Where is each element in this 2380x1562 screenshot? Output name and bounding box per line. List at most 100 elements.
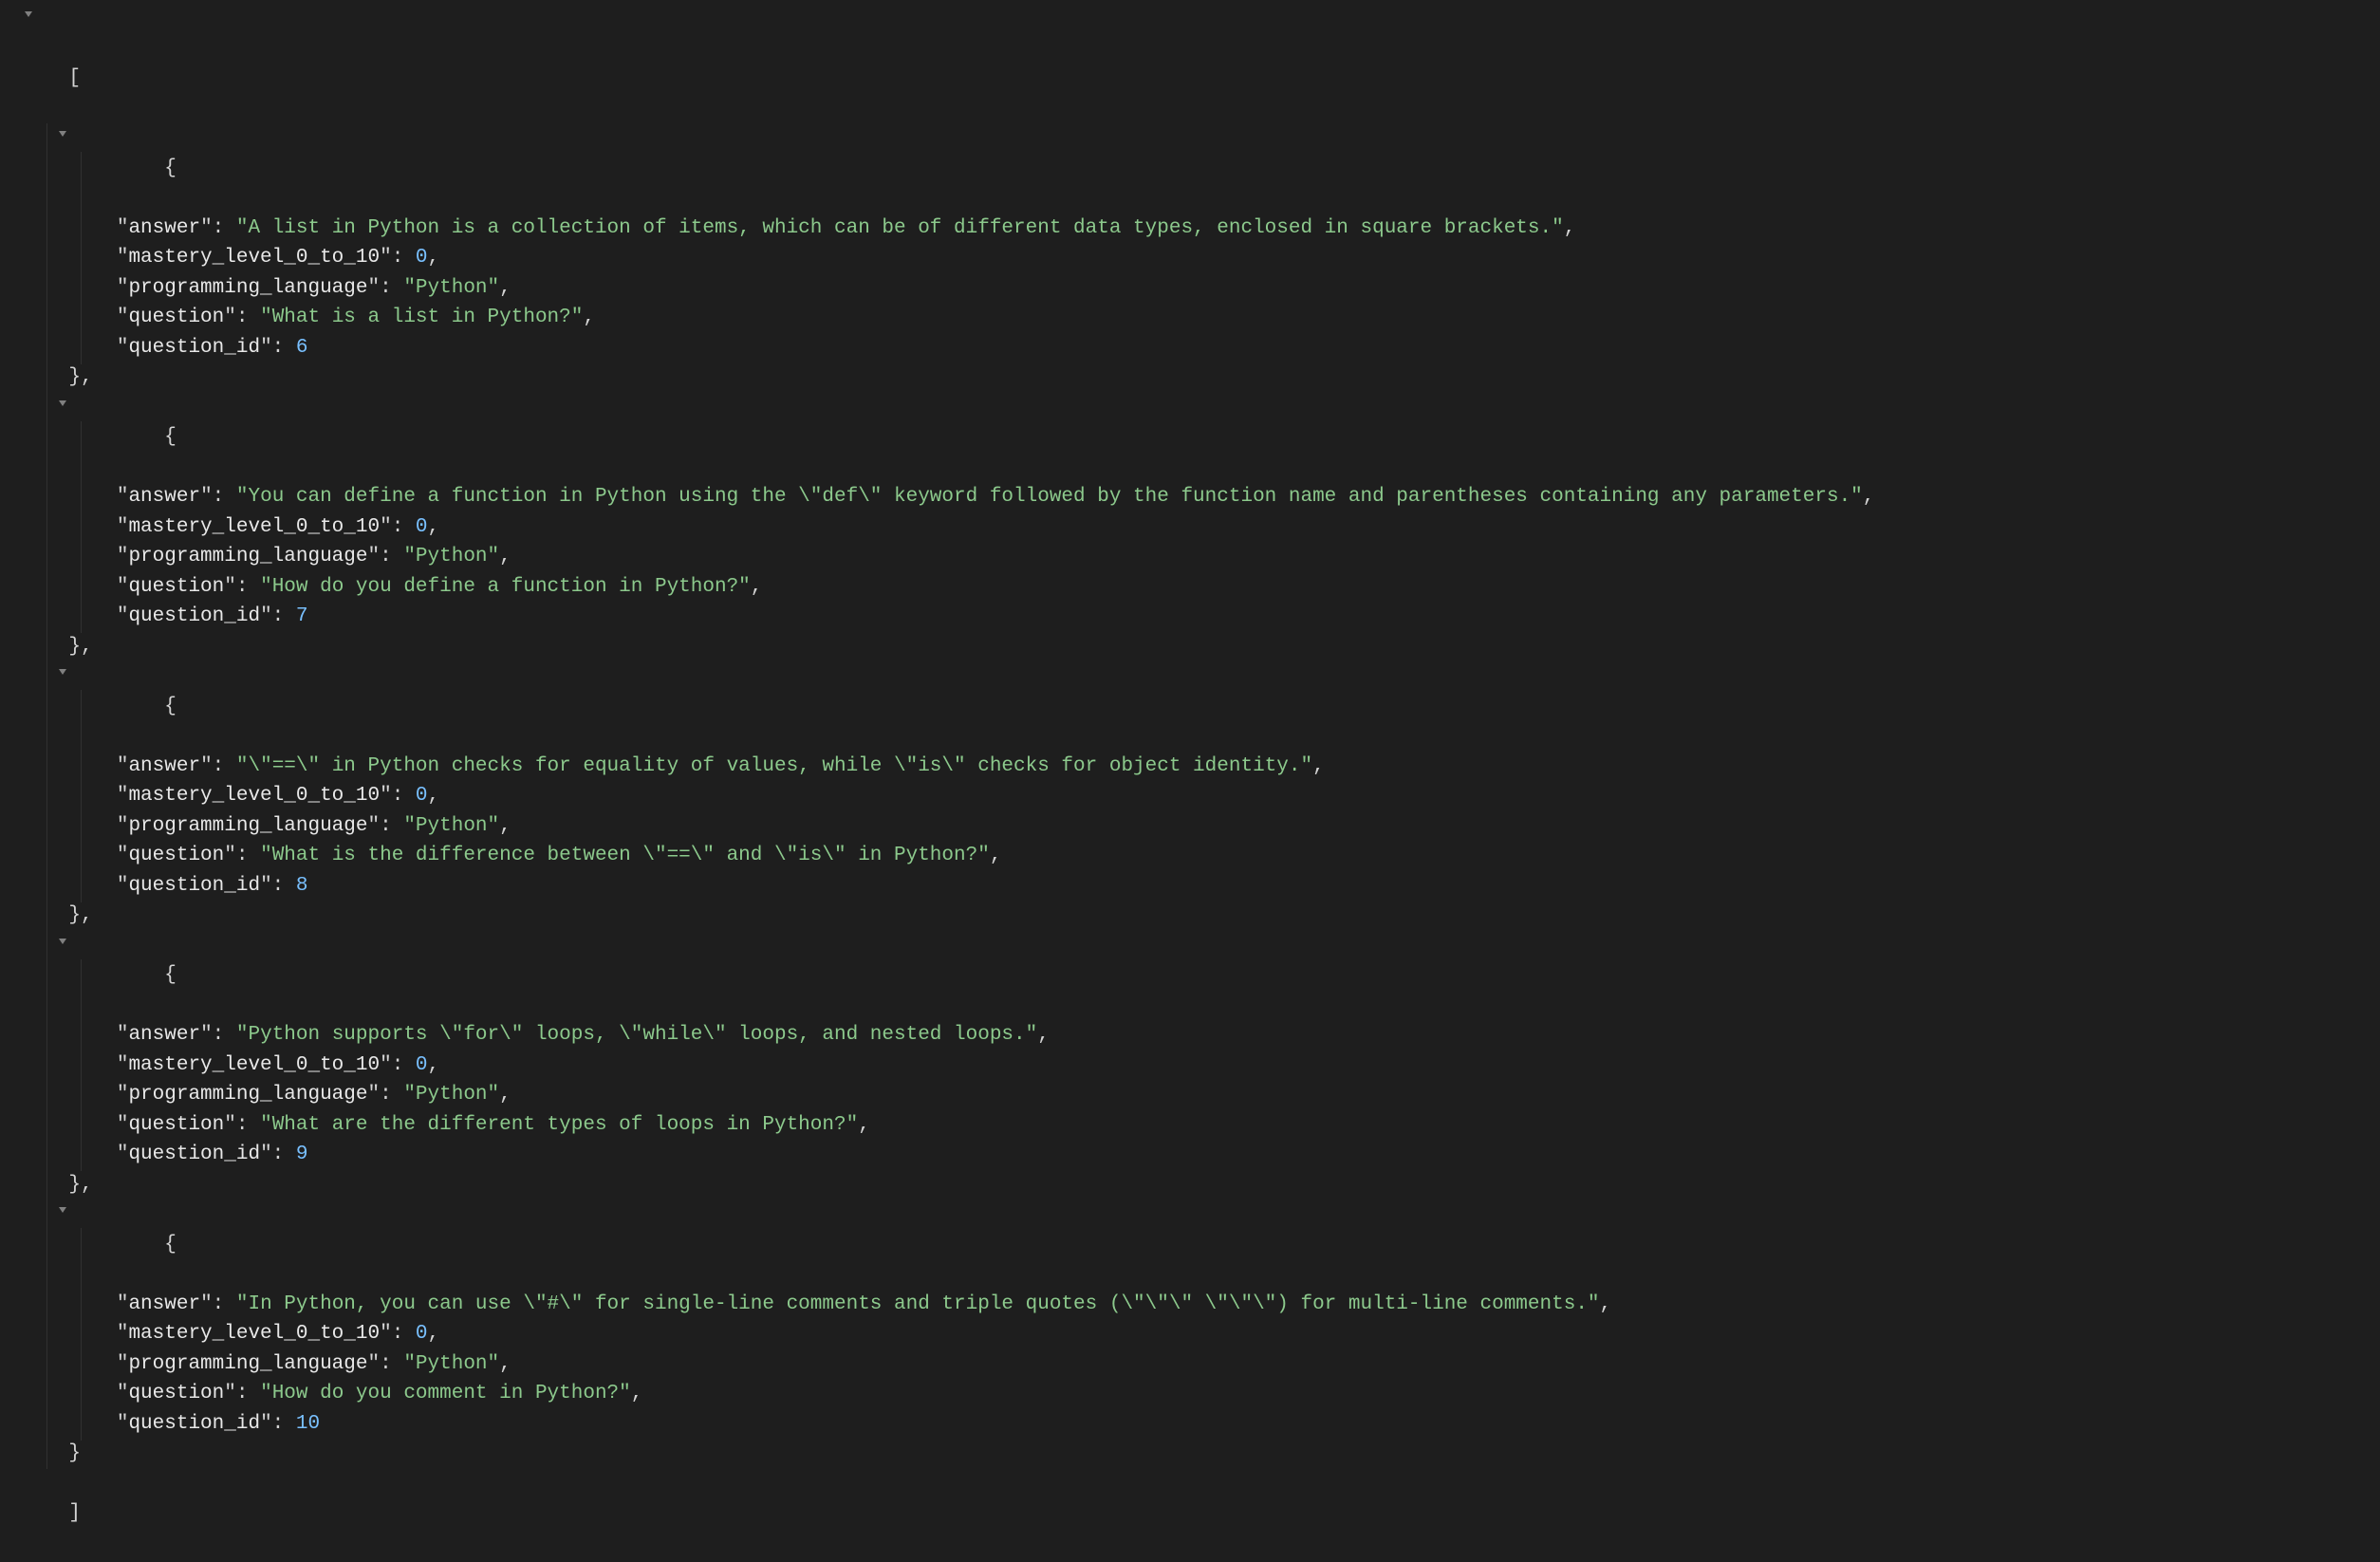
object-close-row: }, — [21, 901, 2380, 931]
kv-row-question: "question": "How do you define a functio… — [21, 572, 2380, 603]
open-brace: { — [164, 696, 177, 717]
kv-row-mastery: "mastery_level_0_to_10": 0, — [21, 512, 2380, 543]
json-number-value: 0 — [416, 1054, 428, 1076]
open-brace: { — [164, 964, 177, 986]
json-key: question_id — [128, 1144, 260, 1165]
json-string-value: "A list in Python is a collection of ite… — [236, 217, 1564, 239]
open-brace: { — [164, 158, 177, 179]
json-string-value: "What are the different types of loops i… — [260, 1114, 858, 1136]
object-close-row: } — [21, 1439, 2380, 1469]
json-string-value: "How do you comment in Python?" — [260, 1383, 631, 1404]
kv-row-mastery: "mastery_level_0_to_10": 0, — [21, 1319, 2380, 1349]
json-number-value: 7 — [296, 605, 308, 627]
chevron-down-icon[interactable] — [59, 131, 66, 137]
json-string-value: "How do you define a function in Python?… — [260, 576, 751, 598]
json-string-value: "Python" — [403, 546, 499, 567]
close-brace: } — [68, 1442, 81, 1464]
chevron-down-icon[interactable] — [59, 400, 66, 406]
kv-row-question: "question": "What is the difference betw… — [21, 841, 2380, 871]
json-number-value: 6 — [296, 337, 308, 359]
kv-row-mastery: "mastery_level_0_to_10": 0, — [21, 243, 2380, 273]
open-brace: { — [164, 426, 177, 448]
json-object: { "answer": "A list in Python is a colle… — [21, 123, 2380, 393]
open-brace: { — [164, 1234, 177, 1255]
json-number-value: 0 — [416, 516, 428, 538]
kv-row-lang: "programming_language": "Python", — [21, 542, 2380, 572]
json-key: question — [128, 845, 224, 866]
close-brace: }, — [68, 904, 92, 926]
json-key: question — [128, 576, 224, 598]
kv-row-id: "question_id": 10 — [21, 1409, 2380, 1440]
json-key: programming_language — [128, 1353, 367, 1375]
kv-row-lang: "programming_language": "Python", — [21, 1349, 2380, 1380]
kv-row-id: "question_id": 9 — [21, 1140, 2380, 1170]
json-object: { "answer": "In Python, you can use \"#\… — [21, 1199, 2380, 1469]
json-string-value: "You can define a function in Python usi… — [236, 486, 1863, 508]
json-string-value: "\"==\" in Python checks for equality of… — [236, 755, 1312, 777]
chevron-down-icon[interactable] — [59, 669, 66, 675]
json-key: mastery_level_0_to_10 — [128, 516, 380, 538]
json-key: programming_language — [128, 1084, 367, 1106]
json-number-value: 9 — [296, 1144, 308, 1165]
json-object: { "answer": "Python supports \"for\" loo… — [21, 931, 2380, 1200]
json-key: question_id — [128, 875, 260, 897]
json-key: question — [128, 1114, 224, 1136]
json-key: question_id — [128, 605, 260, 627]
json-string-value: "Python" — [403, 815, 499, 837]
json-number-value: 10 — [296, 1413, 320, 1435]
object-open-row: { — [21, 1199, 2380, 1290]
kv-row-question: "question": "What is a list in Python?", — [21, 303, 2380, 333]
close-brace: }, — [68, 636, 92, 658]
json-number-value: 8 — [296, 875, 308, 897]
json-object: { "answer": "You can define a function i… — [21, 393, 2380, 662]
close-brace: }, — [68, 1174, 92, 1196]
object-open-row: { — [21, 123, 2380, 214]
json-key: question — [128, 307, 224, 328]
close-bracket: ] — [68, 1502, 81, 1524]
chevron-down-icon[interactable] — [59, 1207, 66, 1213]
json-key: answer — [128, 486, 200, 508]
kv-row-lang: "programming_language": "Python", — [21, 811, 2380, 842]
json-tree-viewer: [ { "answer": "A list in Python is a col… — [0, 4, 2380, 1558]
json-key: mastery_level_0_to_10 — [128, 247, 380, 269]
json-number-value: 0 — [416, 1323, 428, 1345]
kv-row-id: "question_id": 7 — [21, 602, 2380, 632]
json-string-value: "Python supports \"for\" loops, \"while\… — [236, 1024, 1037, 1046]
object-open-row: { — [21, 661, 2380, 752]
kv-row-lang: "programming_language": "Python", — [21, 273, 2380, 304]
object-open-row: { — [21, 931, 2380, 1021]
close-brace: }, — [68, 366, 92, 388]
json-string-value: "Python" — [403, 277, 499, 299]
json-number-value: 0 — [416, 785, 428, 807]
json-key: answer — [128, 1293, 200, 1315]
json-key: question — [128, 1383, 224, 1404]
kv-row-answer: "answer": "You can define a function in … — [21, 482, 2380, 512]
json-string-value: "Python" — [403, 1084, 499, 1106]
kv-row-question: "question": "What are the different type… — [21, 1110, 2380, 1141]
kv-row-answer: "answer": "A list in Python is a collect… — [21, 214, 2380, 244]
open-bracket: [ — [68, 67, 81, 89]
object-close-row: }, — [21, 632, 2380, 662]
chevron-down-icon[interactable] — [59, 939, 66, 944]
json-number-value: 0 — [416, 247, 428, 269]
json-string-value: "What is the difference between \"==\" a… — [260, 845, 990, 866]
json-key: mastery_level_0_to_10 — [128, 1323, 380, 1345]
json-key: question_id — [128, 337, 260, 359]
kv-row-id: "question_id": 6 — [21, 333, 2380, 363]
kv-row-id: "question_id": 8 — [21, 871, 2380, 902]
json-string-value: "In Python, you can use \"#\" for single… — [236, 1293, 1600, 1315]
kv-row-mastery: "mastery_level_0_to_10": 0, — [21, 1051, 2380, 1081]
json-string-value: "Python" — [403, 1353, 499, 1375]
object-open-row: { — [21, 393, 2380, 483]
json-key: answer — [128, 217, 200, 239]
json-key: mastery_level_0_to_10 — [128, 785, 380, 807]
kv-row-lang: "programming_language": "Python", — [21, 1080, 2380, 1110]
json-key: answer — [128, 1024, 200, 1046]
kv-row-mastery: "mastery_level_0_to_10": 0, — [21, 781, 2380, 811]
chevron-down-icon[interactable] — [25, 11, 32, 17]
json-string-value: "What is a list in Python?" — [260, 307, 583, 328]
json-key: question_id — [128, 1413, 260, 1435]
json-key: programming_language — [128, 815, 367, 837]
array-open-row: [ — [21, 4, 2380, 123]
json-key: programming_language — [128, 277, 367, 299]
